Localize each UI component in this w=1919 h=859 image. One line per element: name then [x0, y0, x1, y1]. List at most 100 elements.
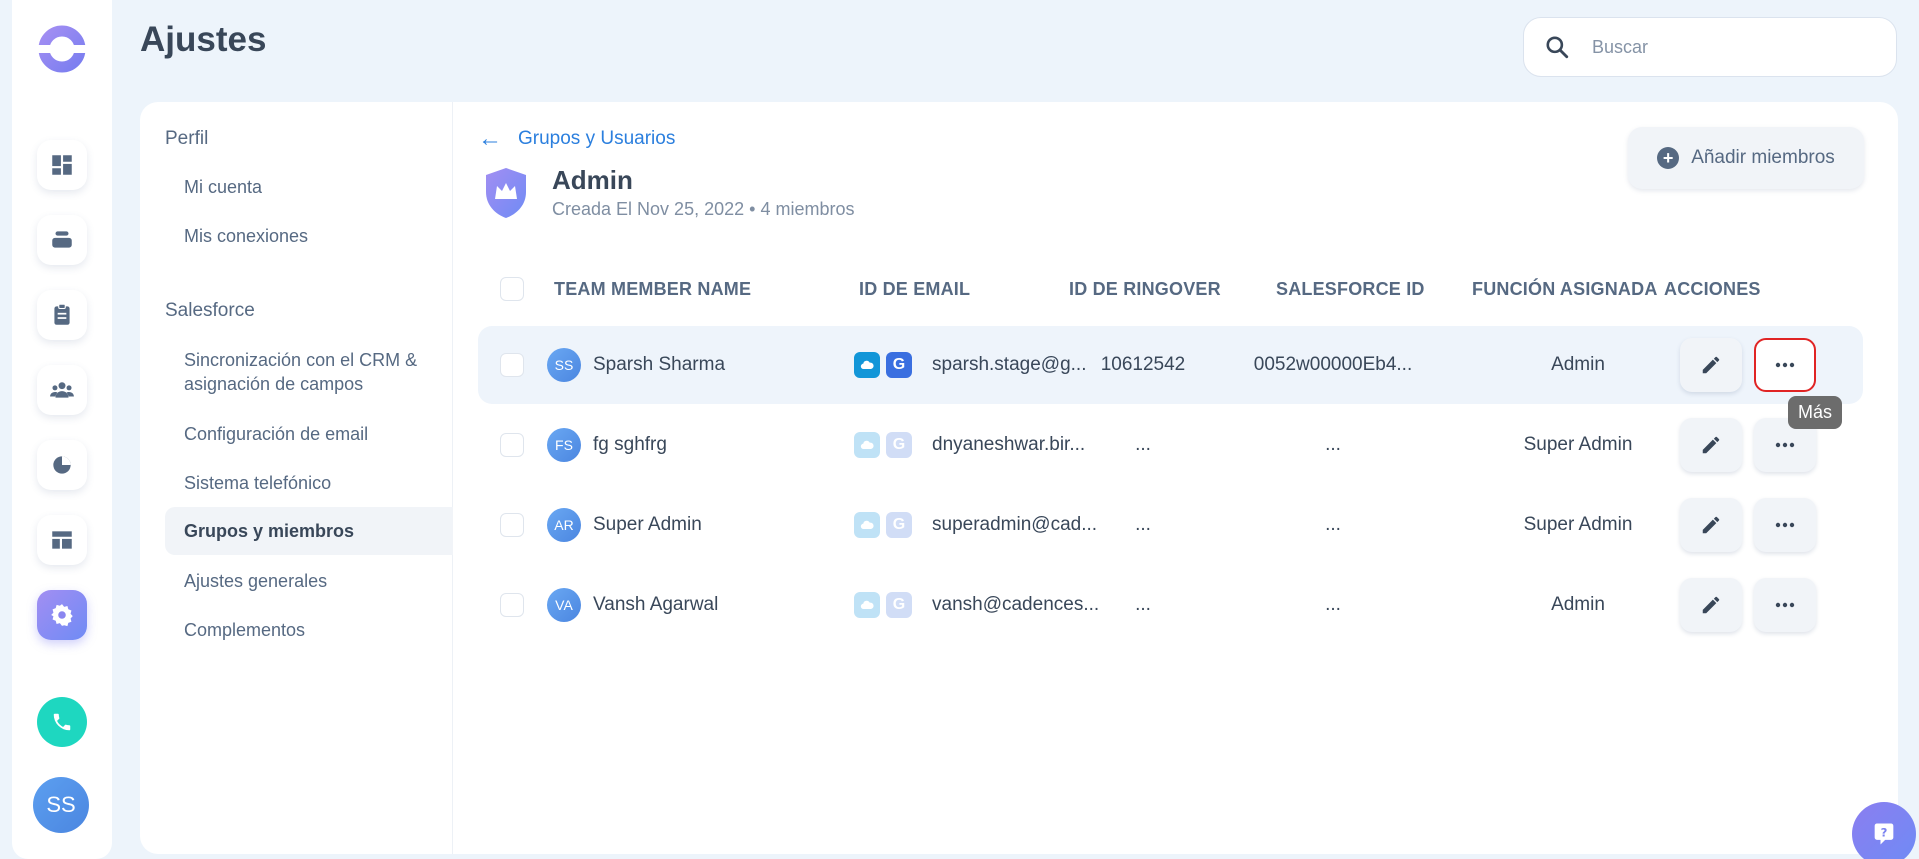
google-icon: G — [886, 432, 912, 458]
search-box[interactable] — [1523, 17, 1897, 77]
header-member-name[interactable]: TEAM MEMBER NAME — [554, 279, 751, 300]
table-row[interactable]: VA Vansh Agarwal G vansh@cadences... ...… — [478, 566, 1863, 644]
cadences-nav-button[interactable] — [37, 215, 87, 265]
meta-separator: • — [749, 199, 761, 219]
table-row[interactable]: SS Sparsh Sharma G sparsh.stage@g... 106… — [478, 326, 1863, 404]
assigned-role: Super Admin — [1523, 434, 1633, 455]
member-name[interactable]: Sparsh Sharma — [593, 354, 725, 376]
analytics-nav-button[interactable] — [37, 440, 87, 490]
group-meta: Creada El Nov 25, 2022 • 4 miembros — [552, 199, 854, 220]
edit-button[interactable] — [1680, 498, 1742, 552]
salesforce-id: ... — [1325, 514, 1341, 535]
gear-icon — [51, 604, 73, 627]
more-actions-button[interactable] — [1754, 498, 1816, 552]
member-cell: FS fg sghfrg — [547, 406, 667, 484]
edit-button[interactable] — [1680, 418, 1742, 472]
clipboard-icon — [54, 303, 70, 325]
salesforce-id: 0052w00000Eb4... — [1253, 354, 1413, 375]
nav-section-profile: Perfil — [165, 128, 209, 149]
settings-nav: Perfil Mi cuenta Mis conexiones Salesfor… — [140, 102, 453, 854]
pencil-icon — [1702, 356, 1720, 374]
member-name[interactable]: Vansh Agarwal — [593, 594, 718, 616]
app-sidebar: SS — [12, 0, 112, 859]
ringover-id: ... — [1135, 594, 1151, 615]
templates-nav-button[interactable] — [37, 515, 87, 565]
table-row[interactable]: FS fg sghfrg G dnyaneshwar.bir... ... ..… — [478, 406, 1863, 484]
more-actions-button[interactable] — [1754, 578, 1816, 632]
search-icon — [1546, 36, 1569, 59]
settings-card: Perfil Mi cuenta Mis conexiones Salesfor… — [140, 102, 1898, 854]
salesforce-cloud-icon — [854, 592, 880, 618]
row-checkbox[interactable] — [500, 353, 524, 377]
add-members-button[interactable]: + Añadir miembros — [1628, 127, 1864, 189]
group-name: Admin — [552, 165, 633, 195]
people-icon — [50, 382, 74, 398]
plus-circle-icon: + — [1657, 147, 1680, 169]
more-actions-button[interactable] — [1754, 338, 1816, 392]
member-cell: AR Super Admin — [547, 486, 702, 564]
stack-icon — [52, 231, 72, 248]
app-logo-icon[interactable] — [37, 24, 87, 74]
row-checkbox[interactable] — [500, 433, 524, 457]
select-all-checkbox[interactable] — [500, 277, 524, 301]
phone-icon — [53, 713, 71, 731]
edit-button[interactable] — [1680, 578, 1742, 632]
nav-item-phone-system[interactable]: Sistema telefónico — [165, 471, 453, 495]
nav-item-general-settings[interactable]: Ajustes generales — [165, 569, 453, 593]
assigned-role: Admin — [1551, 354, 1605, 375]
row-checkbox[interactable] — [500, 593, 524, 617]
group-member-count: 4 miembros — [760, 199, 855, 219]
nav-item-addons[interactable]: Complementos — [165, 618, 453, 642]
ringover-id: ... — [1135, 434, 1151, 455]
email-cell: G vansh@cadences... — [854, 566, 1099, 644]
nav-item-crm-sync[interactable]: Sincronización con el CRM & asignación d… — [165, 348, 453, 396]
pencil-icon — [1702, 516, 1720, 534]
arrow-left-icon: ← — [478, 125, 502, 152]
help-button[interactable]: ? — [1852, 802, 1916, 859]
assigned-role: Super Admin — [1523, 514, 1633, 535]
header-actions: ACCIONES — [1664, 279, 1761, 299]
back-link-label: Grupos y Usuarios — [518, 128, 676, 149]
back-link[interactable]: ← Grupos y Usuarios — [478, 127, 675, 151]
member-cell: SS Sparsh Sharma — [547, 326, 725, 404]
page-title: Ajustes — [140, 20, 267, 59]
tasks-nav-button[interactable] — [37, 290, 87, 340]
layout-icon — [52, 531, 72, 549]
salesforce-cloud-icon — [854, 512, 880, 538]
pencil-icon — [1702, 436, 1720, 454]
people-nav-button[interactable] — [37, 365, 87, 415]
header-email[interactable]: ID DE EMAIL — [859, 279, 970, 300]
pie-chart-icon — [53, 456, 71, 474]
more-horizontal-icon — [1775, 442, 1795, 448]
search-input[interactable] — [1592, 36, 1872, 58]
edit-button[interactable] — [1680, 338, 1742, 392]
more-horizontal-icon — [1775, 602, 1795, 608]
pencil-icon — [1702, 596, 1720, 614]
phone-call-button[interactable] — [37, 697, 87, 747]
member-email: sparsh.stage@g... — [932, 354, 1087, 375]
header-ringover-id[interactable]: ID DE RINGOVER — [1069, 279, 1221, 300]
ringover-id: 10612542 — [1100, 354, 1186, 375]
settings-nav-button[interactable] — [37, 590, 87, 640]
dashboard-nav-button[interactable] — [37, 140, 87, 190]
email-cell: G sparsh.stage@g... — [854, 326, 1086, 404]
row-checkbox[interactable] — [500, 513, 524, 537]
salesforce-cloud-icon — [854, 432, 880, 458]
user-avatar[interactable]: SS — [33, 777, 89, 833]
header-salesforce-id[interactable]: SALESFORCE ID — [1276, 279, 1425, 300]
group-detail: ← Grupos y Usuarios Admin Creada El Nov … — [453, 102, 1898, 854]
table-row[interactable]: AR Super Admin G superadmin@cad... ... .… — [478, 486, 1863, 564]
header-role[interactable]: FUNCIÓN ASIGNADA — [1472, 279, 1658, 300]
member-name[interactable]: fg sghfrg — [593, 434, 667, 456]
member-email: dnyaneshwar.bir... — [932, 434, 1086, 455]
nav-item-groups-members[interactable]: Grupos y miembros — [165, 507, 453, 555]
nav-section-salesforce: Salesforce — [165, 300, 255, 321]
more-horizontal-icon — [1775, 362, 1795, 368]
nav-item-my-account[interactable]: Mi cuenta — [165, 175, 453, 199]
nav-item-my-connections[interactable]: Mis conexiones — [165, 224, 453, 248]
member-name[interactable]: Super Admin — [593, 514, 702, 536]
google-icon: G — [886, 352, 912, 378]
salesforce-cloud-icon — [854, 352, 880, 378]
nav-item-email-settings[interactable]: Configuración de email — [165, 422, 453, 446]
member-avatar: VA — [547, 588, 581, 622]
